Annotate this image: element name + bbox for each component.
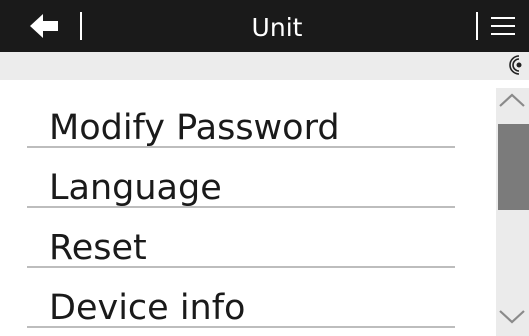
menu-item-device-info[interactable]: Device info: [27, 266, 455, 328]
title-bar: Unit: [0, 0, 529, 52]
scroll-up-button[interactable]: [496, 88, 529, 112]
menu-item-modify-password[interactable]: Modify Password: [27, 86, 455, 148]
page-title: Unit: [251, 13, 303, 42]
hamburger-menu-icon: [491, 17, 515, 35]
back-button[interactable]: [0, 0, 80, 52]
scroll-thumb[interactable]: [498, 124, 529, 210]
menu-item-label: Reset: [49, 228, 147, 268]
status-bar: [0, 52, 529, 80]
chevron-down-icon: [499, 310, 525, 324]
menu-item-label: Modify Password: [49, 108, 340, 148]
chevron-up-icon: [499, 93, 525, 107]
scroll-down-button[interactable]: [496, 304, 529, 328]
menu-item-reset[interactable]: Reset: [27, 206, 455, 268]
scrollbar[interactable]: [496, 88, 529, 336]
menu-item-label: Device info: [49, 288, 246, 328]
menu-item-language[interactable]: Language: [27, 146, 455, 208]
arrow-left-icon: [30, 14, 58, 38]
menu-button[interactable]: [478, 0, 529, 52]
menu-item-label: Language: [49, 168, 222, 208]
signal-icon: [509, 55, 522, 75]
divider: [27, 326, 455, 328]
